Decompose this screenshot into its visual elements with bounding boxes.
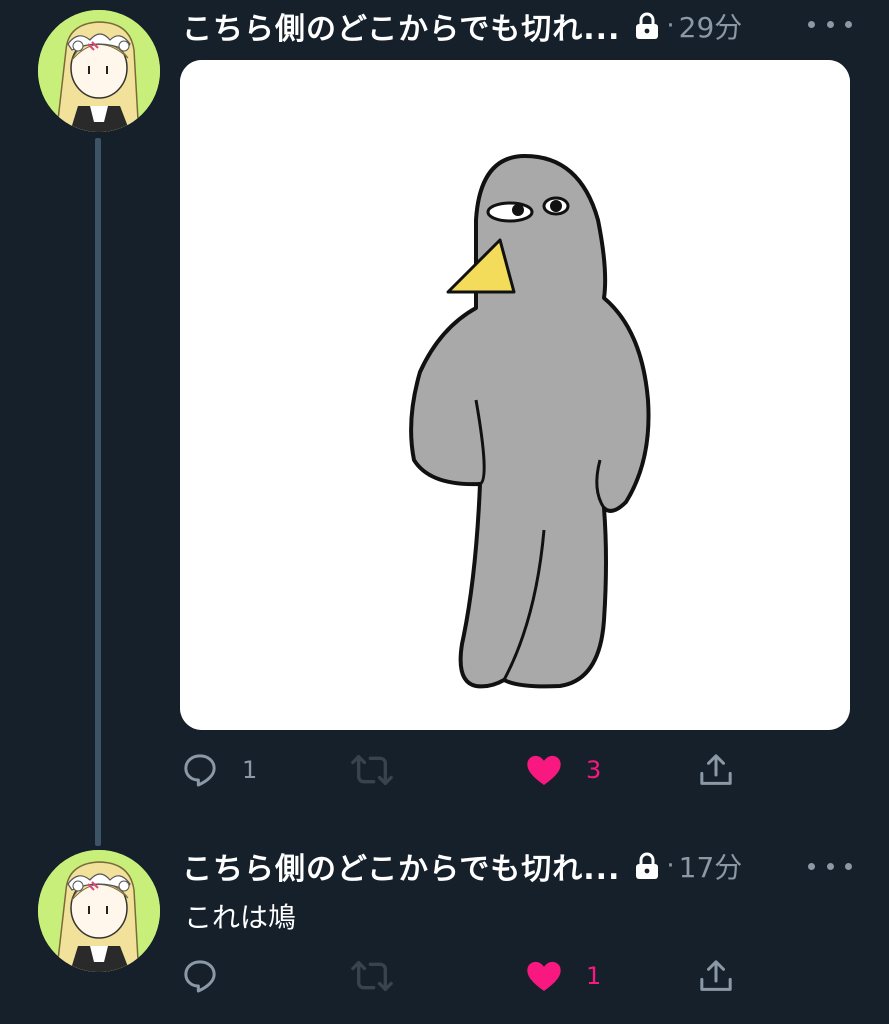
tweet-2[interactable]: こちら側のどこからでも切れ... · 17分 これは鳩 1 [0, 840, 889, 1024]
more-icon[interactable] [808, 856, 852, 876]
tweet-1[interactable]: こちら側のどこからでも切れ... · 29分 1 3 [0, 0, 889, 820]
retweet-button[interactable] [350, 746, 394, 794]
reply-button[interactable]: 1 [180, 746, 257, 794]
retweet-icon [351, 961, 393, 991]
like-button[interactable]: 1 [524, 952, 601, 1000]
lock-icon [632, 11, 662, 41]
reply-icon [184, 960, 216, 993]
retweet-button[interactable] [350, 952, 394, 1000]
reply-icon [184, 754, 216, 787]
tweet-actions: 1 3 [0, 746, 889, 794]
retweet-icon [351, 755, 393, 785]
share-icon [700, 960, 732, 991]
separator-dot: · [666, 851, 675, 881]
timestamp[interactable]: 17分 [679, 846, 743, 886]
timestamp[interactable]: 29分 [679, 6, 743, 46]
reply-count: 1 [242, 756, 258, 784]
like-button[interactable]: 3 [524, 746, 601, 794]
pigeon-illustration [180, 60, 850, 730]
tweet-text: これは鳩 [184, 901, 297, 934]
reply-button[interactable] [180, 952, 220, 1000]
like-count: 1 [586, 962, 602, 990]
display-name[interactable]: こちら側のどこからでも切れ... [182, 844, 620, 888]
tweet-header: こちら側のどこからでも切れ... · 29分 [182, 4, 743, 48]
display-name[interactable]: こちら側のどこからでも切れ... [182, 4, 620, 48]
lock-icon [632, 851, 662, 881]
avatar-image [38, 10, 160, 132]
like-count: 3 [586, 756, 602, 784]
share-button[interactable] [696, 952, 736, 1000]
separator-dot: · [666, 11, 675, 41]
tweet-actions: 1 [0, 952, 889, 1000]
more-icon[interactable] [808, 14, 852, 34]
tweet-media-image[interactable] [180, 60, 850, 730]
share-icon [700, 754, 732, 785]
like-icon [527, 961, 561, 991]
avatar[interactable] [38, 10, 160, 132]
like-icon [527, 755, 561, 785]
share-button[interactable] [696, 746, 736, 794]
tweet-header: こちら側のどこからでも切れ... · 17分 [182, 844, 743, 888]
